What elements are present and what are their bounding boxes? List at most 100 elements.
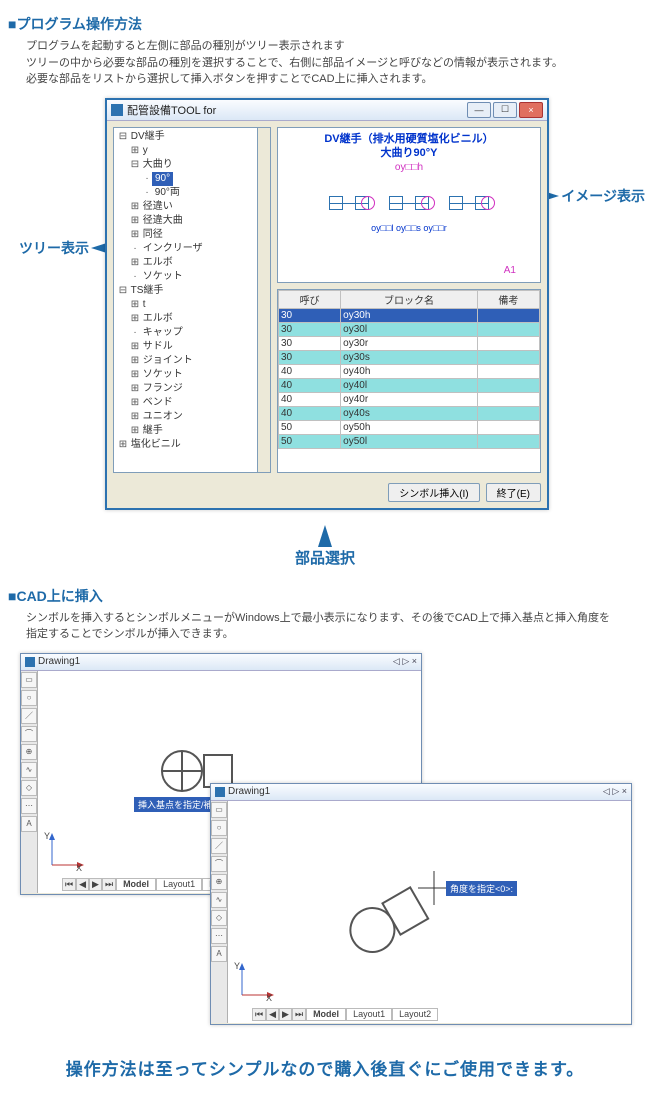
tree-expand-icon[interactable]: · — [142, 172, 152, 186]
maximize-button[interactable]: ☐ — [493, 102, 517, 118]
tree-expand-icon[interactable]: ⊞ — [130, 256, 140, 270]
tree-expand-icon[interactable]: ⊞ — [130, 424, 140, 438]
table-row[interactable]: 40oy40r — [279, 392, 540, 406]
tree-expand-icon[interactable]: · — [142, 186, 152, 200]
tree-item[interactable]: ⊟ DV継手 — [118, 130, 268, 144]
tree-item[interactable]: ⊞ フランジ — [118, 382, 268, 396]
table-header[interactable]: ブロック名 — [341, 290, 478, 308]
tool-icon[interactable]: ／ — [211, 838, 227, 854]
cad-toolbox[interactable]: ▭ ○ ／ ⌒ ⊕ ∿ ◇ ⋯ A — [21, 671, 38, 893]
tree-item[interactable]: ⊞ y — [118, 144, 268, 158]
tree-expand-icon[interactable]: ⊞ — [130, 200, 140, 214]
tool-icon[interactable]: ⊕ — [21, 744, 37, 760]
tool-icon[interactable]: ⊕ — [211, 874, 227, 890]
tree-item[interactable]: · 90° — [118, 172, 268, 186]
tree-item[interactable]: ⊞ 径違い — [118, 200, 268, 214]
table-row[interactable]: 30oy30h — [279, 308, 540, 322]
tab-model[interactable]: Model — [116, 878, 156, 891]
tree-expand-icon[interactable]: · — [130, 270, 140, 284]
tree-expand-icon[interactable]: ⊞ — [130, 144, 140, 158]
tab-nav-prev-icon[interactable]: ◀ — [76, 878, 89, 891]
tree-expand-icon[interactable]: ⊞ — [130, 396, 140, 410]
tree-expand-icon[interactable]: ⊞ — [118, 438, 128, 452]
tab-nav-next-icon[interactable]: ▶ — [89, 878, 102, 891]
close-button[interactable]: × — [519, 102, 543, 118]
tree-panel[interactable]: ⊟ DV継手⊞ y⊟ 大曲り· 90°· 90°両⊞ 径違い⊞ 径違大曲⊞ 同径… — [113, 127, 271, 473]
minimize-button[interactable]: — — [467, 102, 491, 118]
exit-button[interactable]: 終了(E) — [486, 483, 541, 502]
tab-layout1[interactable]: Layout1 — [346, 1008, 392, 1021]
tree-expand-icon[interactable]: · — [130, 242, 140, 256]
tree-expand-icon[interactable]: ⊞ — [130, 382, 140, 396]
tool-icon[interactable]: ○ — [21, 690, 37, 706]
tree-item[interactable]: ⊟ 大曲り — [118, 158, 268, 172]
table-row[interactable]: 40oy40h — [279, 364, 540, 378]
tree-expand-icon[interactable]: · — [130, 326, 140, 340]
tree-item[interactable]: ⊞ 同径 — [118, 228, 268, 242]
tree-expand-icon[interactable]: ⊞ — [130, 410, 140, 424]
tree-expand-icon[interactable]: ⊞ — [130, 368, 140, 382]
tool-icon[interactable]: ◇ — [21, 780, 37, 796]
tree-item[interactable]: ⊞ エルボ — [118, 312, 268, 326]
table-row[interactable]: 30oy30s — [279, 350, 540, 364]
cad-tab-nav-icon[interactable]: ◁ ▷ × — [603, 786, 627, 797]
tool-icon[interactable]: ／ — [21, 708, 37, 724]
tool-icon[interactable]: ○ — [211, 820, 227, 836]
tab-nav-next-icon[interactable]: ▶ — [279, 1008, 292, 1021]
tree-expand-icon[interactable]: ⊞ — [130, 298, 140, 312]
table-row[interactable]: 30oy30r — [279, 336, 540, 350]
tree-item[interactable]: · 90°両 — [118, 186, 268, 200]
tree-expand-icon[interactable]: ⊟ — [118, 284, 128, 298]
tool-icon[interactable]: ◇ — [211, 910, 227, 926]
table-row[interactable]: 50oy50h — [279, 420, 540, 434]
tool-icon[interactable]: ⌒ — [211, 856, 227, 872]
tree-expand-icon[interactable]: ⊞ — [130, 228, 140, 242]
tree-expand-icon[interactable]: ⊟ — [130, 158, 140, 172]
cad-tabs[interactable]: ⏮ ◀ ▶ ⏭ Model Layout1 Layout2 — [252, 1008, 438, 1021]
tool-icon[interactable]: ▭ — [21, 672, 37, 688]
tree-item[interactable]: ⊞ ジョイント — [118, 354, 268, 368]
tool-icon[interactable]: A — [21, 816, 37, 832]
tree-item[interactable]: ⊞ 径違大曲 — [118, 214, 268, 228]
table-row[interactable]: 40oy40l — [279, 378, 540, 392]
table-row[interactable]: 40oy40s — [279, 406, 540, 420]
tree-item[interactable]: ⊞ エルボ — [118, 256, 268, 270]
tree-item[interactable]: ⊞ ソケット — [118, 368, 268, 382]
tab-nav-last-icon[interactable]: ⏭ — [102, 878, 116, 891]
cad-canvas[interactable]: 角度を指定<0>: Y X ⏮ ◀ ▶ ⏭ Model Layout1 Layo… — [228, 801, 631, 1023]
table-row[interactable]: 30oy30l — [279, 322, 540, 336]
cad-tab-nav-icon[interactable]: ◁ ▷ × — [393, 656, 417, 667]
table-header[interactable]: 備考 — [477, 290, 539, 308]
tree-item[interactable]: · ソケット — [118, 270, 268, 284]
tool-icon[interactable]: ∿ — [21, 762, 37, 778]
tree-expand-icon[interactable]: ⊞ — [130, 340, 140, 354]
table-row[interactable]: 50oy50l — [279, 434, 540, 448]
tab-model[interactable]: Model — [306, 1008, 346, 1021]
tool-icon[interactable]: ⋯ — [21, 798, 37, 814]
tree-expand-icon[interactable]: ⊞ — [130, 214, 140, 228]
insert-symbol-button[interactable]: シンボル挿入(I) — [388, 483, 479, 502]
parts-table[interactable]: 呼びブロック名備考30oy30h30oy30l30oy30r30oy30s40o… — [277, 289, 541, 473]
tree-expand-icon[interactable]: ⊟ — [118, 130, 128, 144]
cad-toolbox[interactable]: ▭ ○ ／ ⌒ ⊕ ∿ ◇ ⋯ A — [211, 801, 228, 1023]
tab-layout2[interactable]: Layout2 — [392, 1008, 438, 1021]
tree-expand-icon[interactable]: ⊞ — [130, 354, 140, 368]
tab-layout1[interactable]: Layout1 — [156, 878, 202, 891]
tool-icon[interactable]: A — [211, 946, 227, 962]
tree-item[interactable]: ⊞ ベンド — [118, 396, 268, 410]
tree-item[interactable]: ⊟ TS継手 — [118, 284, 268, 298]
tree-item[interactable]: ⊞ 継手 — [118, 424, 268, 438]
tree-item[interactable]: · キャップ — [118, 326, 268, 340]
tool-icon[interactable]: ⌒ — [21, 726, 37, 742]
tool-icon[interactable]: ▭ — [211, 802, 227, 818]
tool-icon[interactable]: ∿ — [211, 892, 227, 908]
tree-item[interactable]: ⊞ サドル — [118, 340, 268, 354]
tab-nav-first-icon[interactable]: ⏮ — [252, 1008, 266, 1021]
tab-nav-last-icon[interactable]: ⏭ — [292, 1008, 306, 1021]
tree-item[interactable]: ⊞ 塩化ビニル — [118, 438, 268, 452]
tree-item[interactable]: · インクリーザ — [118, 242, 268, 256]
tree-expand-icon[interactable]: ⊞ — [130, 312, 140, 326]
tool-icon[interactable]: ⋯ — [211, 928, 227, 944]
tab-nav-first-icon[interactable]: ⏮ — [62, 878, 76, 891]
tab-nav-prev-icon[interactable]: ◀ — [266, 1008, 279, 1021]
